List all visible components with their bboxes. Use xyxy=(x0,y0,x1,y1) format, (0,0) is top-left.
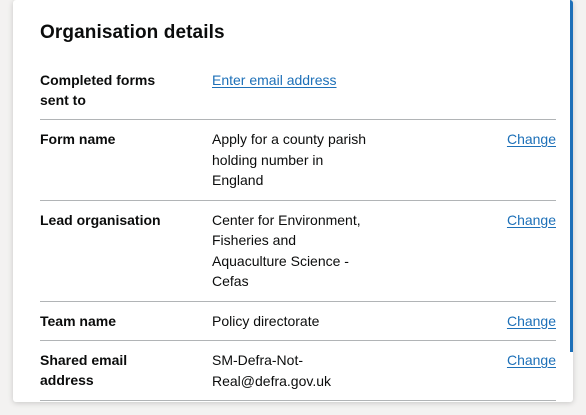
summary-row-form-name: Form name Apply for a county parish hold… xyxy=(40,120,556,201)
change-shared-email-link[interactable]: Change xyxy=(507,352,556,368)
summary-key: Lead organisation xyxy=(40,211,161,228)
summary-list: Completed forms sent to Enter email addr… xyxy=(40,70,556,401)
change-lead-organisation-link[interactable]: Change xyxy=(507,212,556,228)
summary-value: Enter email address xyxy=(212,70,372,110)
summary-key: Form name xyxy=(40,131,116,147)
summary-action-empty xyxy=(486,70,556,110)
summary-value: Policy directorate xyxy=(212,312,320,329)
summary-value: Center for Environment, Fisheries and Aq… xyxy=(212,211,361,290)
summary-key: Shared email address xyxy=(40,352,128,388)
summary-key: Team name xyxy=(40,312,116,329)
change-team-name-link[interactable]: Change xyxy=(507,313,556,329)
summary-action: Change xyxy=(486,311,556,332)
summary-row-completed-forms: Completed forms sent to Enter email addr… xyxy=(40,70,556,120)
summary-action: Change xyxy=(486,129,556,191)
summary-value: Apply for a county parish holding number… xyxy=(212,131,367,188)
summary-row-shared-email: Shared email address SM-Defra-Not-Real@d… xyxy=(40,341,556,401)
summary-row-team-name: Team name Policy directorate Change xyxy=(40,302,556,341)
change-form-name-link[interactable]: Change xyxy=(507,131,556,147)
summary-row-lead-organisation: Lead organisation Center for Environment… xyxy=(40,201,556,302)
organisation-details-card: Organisation details Completed forms sen… xyxy=(13,0,573,402)
summary-key: Completed forms sent to xyxy=(40,72,156,108)
summary-action: Change xyxy=(486,210,556,292)
summary-value: SM-Defra-Not-Real@defra.gov.uk xyxy=(212,352,332,389)
section-title: Organisation details xyxy=(40,22,225,43)
scrollbar[interactable] xyxy=(570,0,573,352)
summary-action: Change xyxy=(486,350,556,391)
enter-email-address-link[interactable]: Enter email address xyxy=(212,70,372,91)
